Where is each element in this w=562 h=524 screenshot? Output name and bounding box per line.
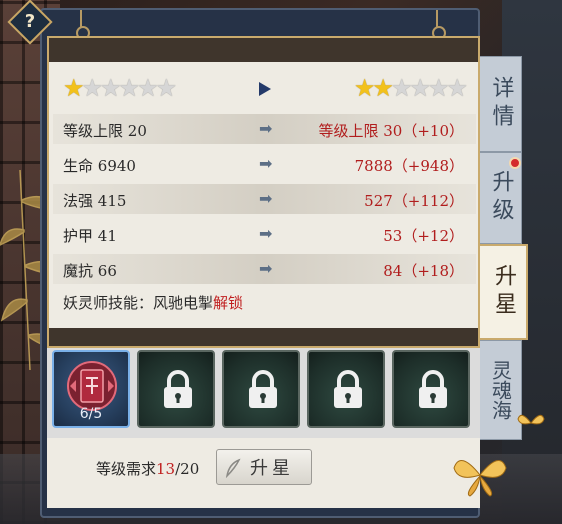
- shard-slot-2[interactable]: [137, 350, 215, 428]
- star-empty-icon: ★: [81, 74, 103, 102]
- star-up-panel: ★★★★★★ ★★★★★★ 等级上限 20 ➡ 等级上限 30（+10） 生命 …: [47, 36, 480, 348]
- help-icon: ?: [24, 11, 36, 32]
- arrow-right-icon: ➡: [259, 119, 273, 138]
- lock-icon: [164, 370, 192, 408]
- star-empty-icon: ★: [409, 74, 430, 102]
- stat-row-armor: 护甲 41 ➡ 53（+12）: [53, 219, 476, 249]
- next-stars: ★★★★★★: [353, 74, 468, 102]
- leaf-icon: [225, 458, 241, 478]
- shard-slot-3[interactable]: [222, 350, 300, 428]
- tab-details[interactable]: 详情: [480, 56, 522, 152]
- star-empty-icon: ★: [427, 74, 449, 102]
- panel-header-band: [49, 38, 478, 62]
- butterfly-icon: [453, 460, 507, 497]
- star-empty-icon: ★: [118, 74, 140, 102]
- lock-icon: [419, 370, 447, 408]
- stat-label: 护甲 41: [63, 227, 117, 245]
- stat-result: 7888（+948）: [354, 157, 464, 175]
- star-empty-icon: ★: [137, 74, 158, 102]
- arrow-right-icon: ➡: [259, 154, 273, 173]
- stat-row-magic-resist: 魔抗 66 ➡ 84（+18）: [53, 254, 476, 284]
- skill-unlock-text: 妖灵师技能：风驰电掣解锁: [63, 294, 244, 312]
- stat-result: 84（+18）: [383, 262, 464, 280]
- shard-slot-5[interactable]: [392, 350, 470, 428]
- arrow-right-icon: ➡: [259, 224, 273, 243]
- stat-result: 53（+12）: [383, 227, 464, 245]
- stat-result: 等级上限 30（+10）: [318, 122, 464, 140]
- lock-icon: [249, 370, 277, 408]
- stat-result: 527（+112）: [364, 192, 464, 210]
- star-up-button[interactable]: 升星: [216, 449, 312, 485]
- star-filled-icon: ★: [353, 74, 375, 102]
- unlock-label: 解锁: [213, 294, 244, 312]
- arrow-right-icon: ➡: [259, 259, 273, 278]
- shard-count: 6/5: [79, 406, 103, 422]
- notification-dot: [509, 157, 521, 169]
- stat-label: 魔抗 66: [63, 262, 117, 280]
- star-empty-icon: ★: [155, 74, 177, 102]
- current-stars: ★★★★★★: [63, 74, 177, 102]
- star-empty-icon: ★: [100, 74, 121, 102]
- panel-footer-band: [49, 328, 478, 346]
- star-empty-icon: ★: [446, 74, 467, 102]
- butterfly-small-icon: [517, 414, 545, 425]
- stat-label: 法强 415: [63, 192, 127, 210]
- stat-row-hp: 生命 6940 ➡ 7888（+948）: [53, 149, 476, 179]
- stat-row-magic-power: 法强 415 ➡ 527（+112）: [53, 184, 476, 214]
- star-arrow-icon: [259, 82, 271, 96]
- stat-row-level-cap: 等级上限 20 ➡ 等级上限 30（+10）: [53, 114, 476, 144]
- stat-label: 生命 6940: [63, 157, 136, 175]
- level-requirement: 等级需求13/20: [96, 460, 200, 478]
- seal-emblem-icon: [67, 361, 117, 411]
- shard-slot-1[interactable]: 6/5: [52, 350, 130, 428]
- tab-star-up[interactable]: 升星: [480, 244, 528, 340]
- star-comparison: ★★★★★★ ★★★★★★: [59, 74, 469, 104]
- star-empty-icon: ★: [390, 74, 412, 102]
- star-filled-icon: ★: [63, 74, 84, 102]
- star-filled-icon: ★: [372, 74, 393, 102]
- shard-slot-4[interactable]: [307, 350, 385, 428]
- lock-icon: [334, 370, 362, 408]
- stat-label: 等级上限 20: [63, 122, 147, 140]
- arrow-right-icon: ➡: [259, 189, 273, 208]
